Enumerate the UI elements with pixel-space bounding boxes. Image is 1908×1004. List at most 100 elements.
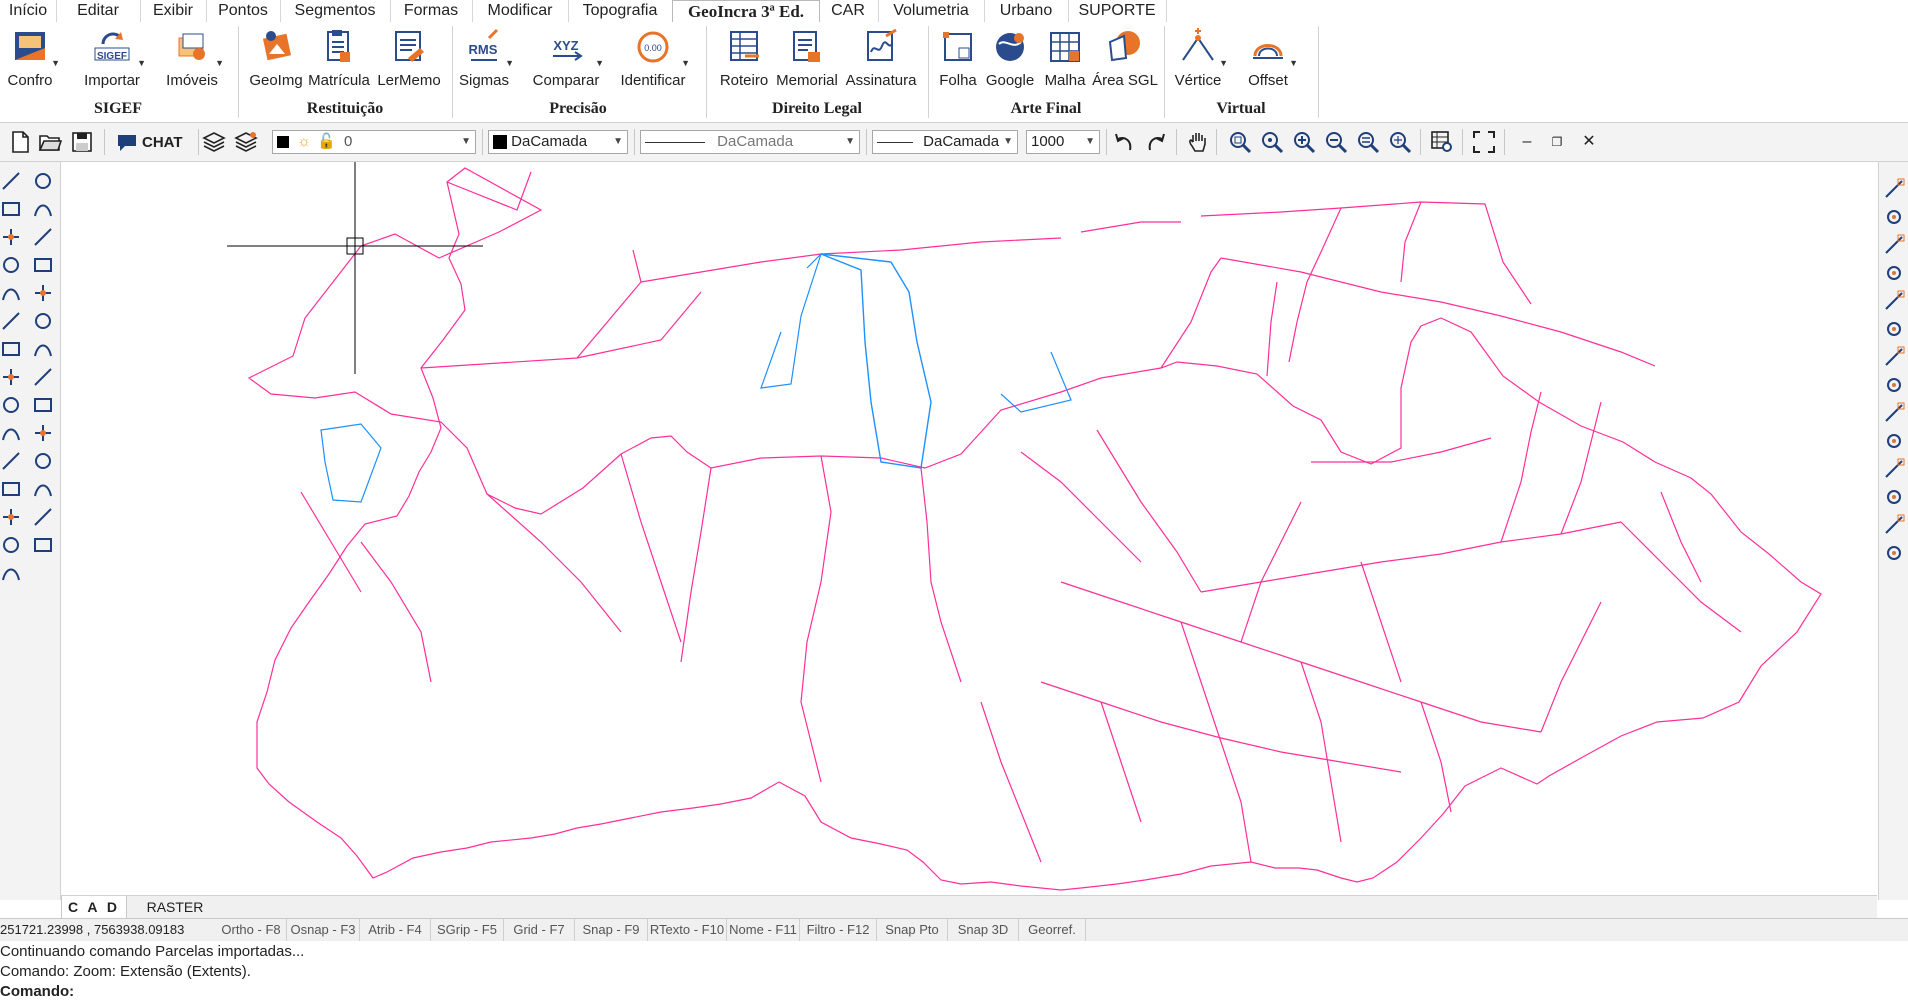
trim-tool-icon[interactable]: [0, 450, 22, 472]
folha-button[interactable]: Folha: [936, 28, 980, 96]
chevron-down-icon[interactable]: ▼: [505, 58, 514, 68]
chevron-down-icon[interactable]: ▼: [215, 58, 224, 68]
text-tool-icon[interactable]: [0, 394, 22, 416]
roteiro-button[interactable]: Roteiro: [716, 28, 772, 96]
area-sgl-button[interactable]: Área SGL: [1090, 28, 1160, 96]
chevron-down-icon[interactable]: ▼: [595, 58, 604, 68]
tab-cad[interactable]: C A D: [61, 896, 127, 919]
toggle-snap-pto[interactable]: Snap Pto: [877, 919, 948, 941]
tab-inicio[interactable]: Início: [0, 0, 57, 22]
parcel-division[interactable]: [1020, 451, 1142, 563]
parcel-division[interactable]: [1060, 581, 1542, 733]
parcel-division[interactable]: [640, 237, 1062, 283]
tag-tool-icon[interactable]: [0, 422, 22, 444]
ellipse-tool-icon[interactable]: [0, 338, 22, 360]
parcel-division[interactable]: [800, 455, 832, 783]
measure-tool-icon[interactable]: [32, 422, 54, 444]
node-tool-icon[interactable]: [0, 254, 22, 276]
zoom-all-icon[interactable]: [1388, 130, 1412, 154]
lermemo-button[interactable]: LerMemo: [374, 28, 444, 96]
importar-button[interactable]: SIGEF Importar ▼: [80, 28, 146, 96]
close-icon[interactable]: ✕: [1578, 130, 1600, 154]
parcel-division[interactable]: [1240, 501, 1302, 643]
new-file-icon[interactable]: [8, 130, 32, 154]
parcel-division[interactable]: [1080, 221, 1181, 233]
confro-button[interactable]: Confro ▼: [2, 28, 60, 96]
chevron-down-icon[interactable]: ▼: [51, 58, 60, 68]
offset-shape-tool-icon[interactable]: [32, 254, 54, 276]
toggle-georref[interactable]: Georref.: [1019, 919, 1086, 941]
tab-suporte[interactable]: SUPORTE: [1068, 0, 1167, 22]
offset-button[interactable]: Offset ▼: [1240, 28, 1298, 96]
chamfer-tool-icon[interactable]: [0, 506, 22, 528]
parcel-division[interactable]: [576, 291, 702, 359]
lineweight-select[interactable]: DaCamada ▼: [872, 130, 1018, 154]
layer-select[interactable]: ☼ 🔓 0 ▼: [272, 130, 476, 154]
toggle-rtexto[interactable]: RTexto - F10: [648, 919, 727, 941]
circle-tool-icon[interactable]: [0, 310, 22, 332]
color-select[interactable]: DaCamada ▼: [488, 130, 628, 154]
parcel-division[interactable]: [1620, 521, 1742, 633]
parcel-division[interactable]: [1300, 661, 1342, 843]
parcel-division[interactable]: [1096, 429, 1202, 593]
tab-exibir[interactable]: Exibir: [140, 0, 207, 22]
hatch-brush-tool-icon[interactable]: [32, 170, 54, 192]
matricula-button[interactable]: Matrícula: [308, 28, 370, 96]
parcel-division[interactable]: [1200, 521, 1622, 593]
array-tool-icon[interactable]: [32, 282, 54, 304]
geoimg-button[interactable]: GeoImg: [246, 28, 306, 96]
memorial-button[interactable]: Memorial: [774, 28, 840, 96]
parcel-division[interactable]: [1288, 207, 1342, 363]
point-tool-icon[interactable]: [0, 226, 22, 248]
toggle-osnap[interactable]: Osnap - F3: [287, 919, 360, 941]
arc-tool-icon[interactable]: [0, 282, 22, 304]
tab-urbano[interactable]: Urbano: [984, 0, 1069, 22]
zoom-out-icon[interactable]: [1324, 130, 1348, 154]
polyline-tool-icon[interactable]: [0, 198, 22, 220]
tab-segmentos[interactable]: Segmentos: [280, 0, 391, 22]
redo-icon[interactable]: [1144, 130, 1168, 154]
snap-node-icon[interactable]: [1883, 458, 1905, 480]
toggle-atrib[interactable]: Atrib - F4: [360, 919, 431, 941]
imoveis-button[interactable]: Imóveis ▼: [162, 28, 224, 96]
fullscreen-icon[interactable]: [1472, 130, 1496, 154]
chevron-down-icon[interactable]: ▼: [681, 58, 690, 68]
zoom-realtime-icon[interactable]: [1260, 130, 1284, 154]
line-tool-icon[interactable]: [0, 170, 22, 192]
rectangle-tool-icon[interactable]: [0, 366, 22, 388]
tab-modificar[interactable]: Modificar: [472, 0, 569, 22]
open-folder-icon[interactable]: [38, 130, 62, 154]
block-tool-icon[interactable]: [0, 534, 22, 556]
save-icon[interactable]: [70, 130, 94, 154]
restore-icon[interactable]: ❐: [1546, 130, 1568, 154]
scale-tool-icon[interactable]: [32, 394, 54, 416]
snap-tangent-icon[interactable]: [1883, 402, 1905, 424]
layer-states-icon[interactable]: [234, 130, 258, 154]
chevron-down-icon[interactable]: ▼: [1289, 58, 1298, 68]
parcel-division[interactable]: [620, 453, 682, 643]
region-tool-icon[interactable]: [32, 506, 54, 528]
zoom-extents-icon[interactable]: [1356, 130, 1380, 154]
parcel-division[interactable]: [1040, 681, 1402, 773]
toggle-snap-3d[interactable]: Snap 3D: [948, 919, 1019, 941]
erase-tool-icon[interactable]: [32, 366, 54, 388]
comparar-button[interactable]: XYZ Comparar ▼: [530, 28, 604, 96]
snap-quadrant-icon[interactable]: [1883, 486, 1905, 508]
minimize-icon[interactable]: –: [1516, 130, 1538, 154]
magnet-icon[interactable]: [1883, 514, 1905, 536]
parcel-division[interactable]: [1500, 391, 1542, 543]
selected-parcel[interactable]: [1000, 351, 1072, 413]
extend-tool-icon[interactable]: [32, 450, 54, 472]
parcel-division[interactable]: [980, 701, 1042, 863]
assinatura-button[interactable]: Assinatura: [842, 28, 920, 96]
tab-formas[interactable]: Formas: [390, 0, 473, 22]
parcel-division[interactable]: [360, 541, 432, 683]
drawing-canvas[interactable]: [61, 118, 1877, 895]
parcel-division[interactable]: [486, 493, 622, 633]
star-tool-icon[interactable]: [0, 562, 22, 584]
toggle-ortho[interactable]: Ortho - F8: [216, 919, 287, 941]
pan-hand-icon[interactable]: [1186, 130, 1210, 154]
sigmas-button[interactable]: RMS Sigmas ▼: [456, 28, 514, 96]
move-tool-icon[interactable]: [32, 310, 54, 332]
snap-insert-icon[interactable]: [1883, 346, 1905, 368]
